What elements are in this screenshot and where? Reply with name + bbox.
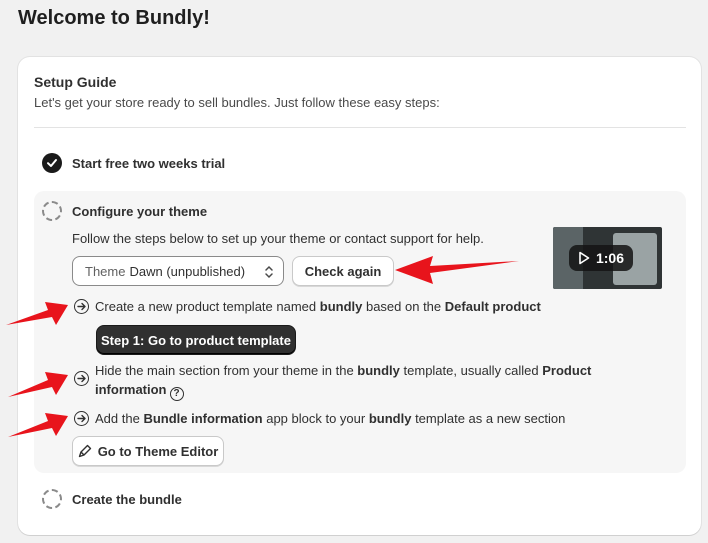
annotation-arrow-sub2 (8, 372, 68, 397)
annotation-arrow-sub1 (6, 302, 68, 325)
annotation-arrow-check-again (395, 256, 519, 284)
annotation-arrows (6, 256, 519, 437)
annotation-arrow-sub3 (8, 413, 68, 437)
